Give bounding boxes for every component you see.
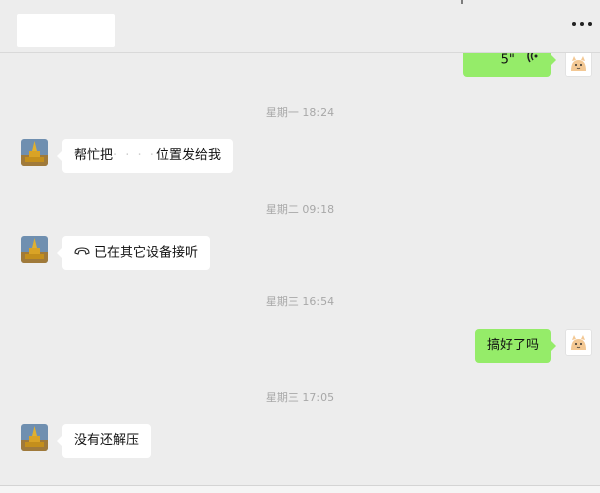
my-avatar[interactable] [565, 329, 592, 356]
timestamp: 星期三 17:05 [265, 391, 335, 404]
chat-title [17, 14, 115, 47]
friend-avatar[interactable] [21, 236, 48, 263]
message-bubble[interactable]: 搞好了吗 [475, 329, 557, 363]
friend-avatar[interactable] [21, 424, 48, 451]
message-list[interactable]: 5" 星期一 18:24 帮忙把· · · ·位置发给我 星期二 09:18 已… [0, 53, 600, 485]
timestamp: 星期二 09:18 [265, 203, 335, 216]
message-bubble[interactable]: 帮忙把· · · ·位置发给我 [57, 139, 233, 173]
more-dots-icon[interactable] [572, 22, 594, 28]
call-record-bubble[interactable]: 已在其它设备接听 [56, 236, 211, 270]
message-text: 位置发给我 [155, 148, 221, 163]
message-text: 没有还解压 [74, 433, 140, 448]
pin-icon[interactable] [456, 0, 468, 8]
message-text: 帮忙把 [74, 148, 114, 163]
close-icon[interactable] [588, 0, 600, 8]
timestamp: 星期三 16:54 [265, 295, 335, 308]
message-bubble[interactable]: 没有还解压 [56, 424, 152, 458]
phone-hangup-icon [74, 236, 90, 270]
friend-avatar[interactable] [21, 139, 48, 166]
voice-message-bubble[interactable]: 5" [463, 53, 556, 77]
my-avatar[interactable] [565, 53, 592, 77]
voice-duration: 5" [500, 53, 515, 68]
redacted-text: · · · · [113, 148, 156, 163]
message-text: 搞好了吗 [487, 338, 540, 353]
maximize-icon[interactable] [544, 0, 556, 8]
voice-wave-icon [527, 53, 539, 77]
timestamp: 星期一 18:24 [265, 106, 335, 119]
message-text: 已在其它设备接听 [94, 245, 199, 261]
chat-header [0, 0, 600, 53]
